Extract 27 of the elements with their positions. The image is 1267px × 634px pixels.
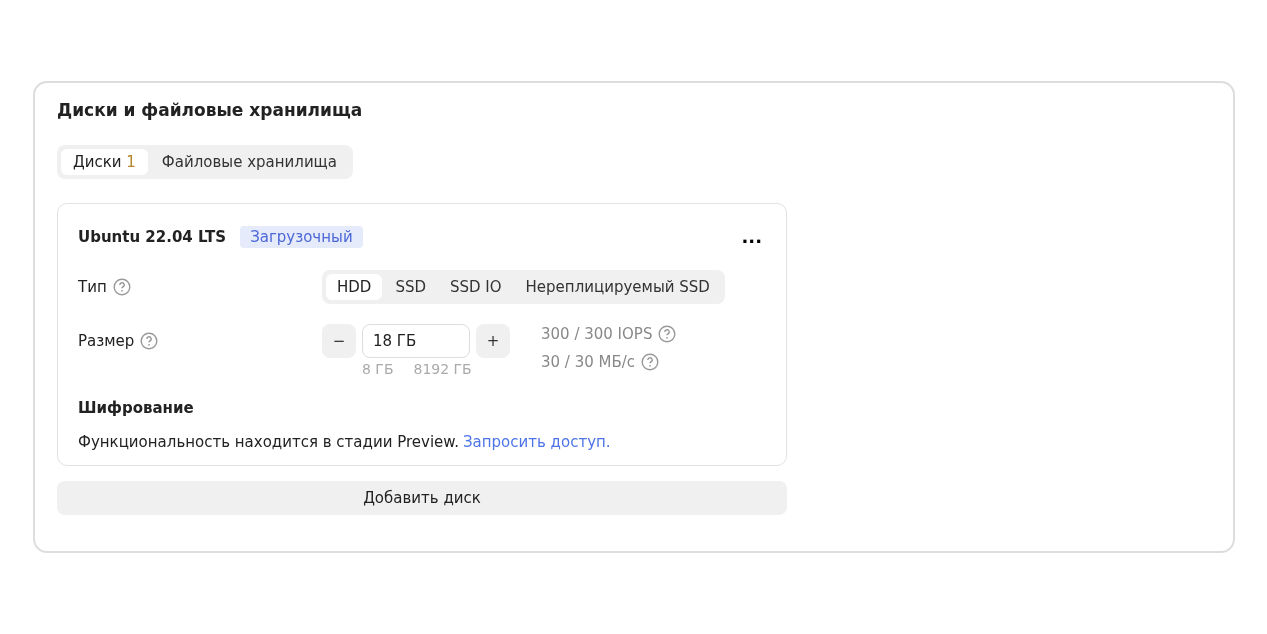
size-label: Размер — [78, 332, 135, 350]
bandwidth-value: 30 / 30 МБ/с — [541, 353, 636, 371]
help-icon[interactable] — [112, 278, 131, 296]
tab[interactable]: Диски 1 — [61, 149, 148, 175]
encryption-title: Шифрование — [78, 399, 195, 417]
disk-type-option[interactable]: SSD IO — [439, 274, 513, 300]
type-label: Тип — [78, 278, 107, 296]
disk-type-option[interactable]: HDD — [326, 274, 383, 300]
help-icon[interactable] — [140, 332, 159, 350]
disk-name: Ubuntu 22.04 LTS — [78, 228, 227, 246]
help-icon[interactable] — [658, 325, 677, 343]
increase-button[interactable]: + — [476, 324, 510, 358]
request-access-link[interactable]: Запросить доступ. — [462, 433, 611, 451]
max-size: 8192 ГБ — [413, 361, 472, 377]
section-title: Диски и файловые хранилища — [57, 99, 364, 122]
boot-badge: Загрузочный — [240, 226, 363, 248]
disk-type-option[interactable]: SSD — [384, 274, 437, 300]
encryption-text: Функциональность находится в стадии Preview. Запросить доступ. — [78, 433, 612, 451]
add-disk-button[interactable]: Добавить диск — [57, 481, 787, 515]
min-size: 8 ГБ — [362, 361, 394, 377]
tab[interactable]: Файловые хранилища — [149, 149, 349, 175]
size-input[interactable]: 18 ГБ — [362, 324, 470, 358]
help-icon[interactable] — [641, 353, 660, 371]
more-button[interactable]: ... — [737, 232, 766, 242]
disk-type-option[interactable]: Нереплицируемый SSD — [514, 274, 721, 300]
iops-value: 300 / 300 IOPS — [541, 325, 653, 343]
decrease-button[interactable]: − — [322, 324, 356, 358]
